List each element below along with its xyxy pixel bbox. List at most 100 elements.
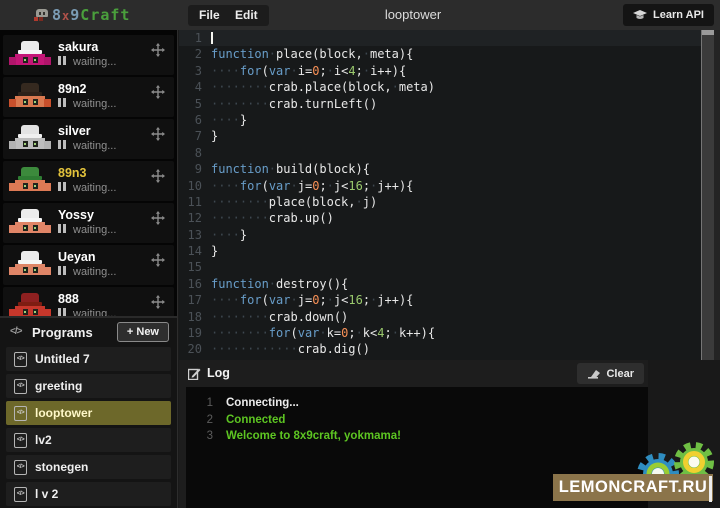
player-row[interactable]: 89n3 waiting...: [3, 161, 174, 201]
line-number: 4: [179, 79, 211, 95]
code-editor[interactable]: 12function·place(block,·meta){3····for(v…: [179, 30, 701, 360]
move-icon[interactable]: [151, 169, 165, 183]
log-message: Welcome to 8x9craft, yokmama!: [226, 428, 401, 445]
move-icon[interactable]: [151, 85, 165, 99]
line-number: 14: [179, 243, 211, 259]
player-row[interactable]: 89n2waiting...: [3, 77, 174, 117]
player-row[interactable]: Ueyanwaiting...: [3, 245, 174, 285]
log-entry: 2Connected: [186, 412, 648, 429]
line-number: 9: [179, 161, 211, 177]
player-status: waiting...: [58, 224, 116, 236]
learn-api-button[interactable]: Learn API: [623, 4, 714, 26]
editor-scrollbar[interactable]: [701, 30, 714, 360]
file-code-icon: [14, 460, 27, 475]
move-icon[interactable]: [151, 127, 165, 141]
scrollbar-thumb[interactable]: [702, 30, 714, 35]
program-item[interactable]: lv2: [6, 428, 171, 452]
line-number: 13: [179, 227, 211, 243]
file-code-icon: [14, 433, 27, 448]
player-status: waiting...: [58, 266, 116, 278]
line-number: 11: [179, 194, 211, 210]
player-name: 89n3: [58, 166, 87, 180]
line-number: 7: [179, 128, 211, 144]
pause-icon: [58, 224, 68, 236]
player-name: silver: [58, 124, 91, 138]
clear-log-button[interactable]: Clear: [577, 363, 644, 384]
sidebar: sakurawaiting...89n2waiting...silverwait…: [0, 30, 178, 508]
programs-panel: </> Programs + New Untitled 7greetingloo…: [0, 316, 177, 508]
code-line[interactable]: 10····for(var·j=0;·j<16;·j++){: [179, 178, 701, 194]
code-line[interactable]: 12········crab.up(): [179, 210, 701, 226]
line-number: 20: [179, 341, 211, 357]
player-name: 888: [58, 292, 79, 306]
code-text: [211, 145, 701, 161]
player-list: sakurawaiting...89n2waiting...silverwait…: [0, 30, 177, 316]
program-item[interactable]: Untitled 7: [6, 347, 171, 371]
robot-icon: [11, 83, 49, 112]
file-code-icon: [14, 352, 27, 367]
pause-icon: [58, 266, 68, 278]
code-text: function·build(block){: [211, 161, 701, 177]
code-line[interactable]: 20············crab.dig(): [179, 341, 701, 357]
app-logo: 8x9Craft: [34, 6, 130, 24]
player-row[interactable]: Yossywaiting...: [3, 203, 174, 243]
move-icon[interactable]: [151, 295, 165, 309]
watermark-banner: LEMONCRAFT.RU: [553, 474, 713, 501]
code-line[interactable]: 2function·place(block,·meta){: [179, 46, 701, 62]
code-text: function·place(block,·meta){: [211, 46, 701, 62]
line-number: 1: [179, 30, 211, 46]
new-program-button[interactable]: + New: [117, 322, 169, 342]
text-cursor: [211, 32, 213, 44]
code-line[interactable]: 9function·build(block){: [179, 161, 701, 177]
code-line[interactable]: 17····for(var·j=0;·j<16;·j++){: [179, 292, 701, 308]
line-number: 12: [179, 210, 211, 226]
code-line[interactable]: 16function·destroy(){: [179, 276, 701, 292]
code-text: ········place(block,·j): [211, 194, 701, 210]
log-title: Log: [188, 366, 230, 380]
watermark-cursor-bar: [709, 476, 712, 502]
code-line[interactable]: 13····}: [179, 227, 701, 243]
code-line[interactable]: 5········crab.turnLeft(): [179, 96, 701, 112]
code-text: ········crab.up(): [211, 210, 701, 226]
robot-icon: [11, 125, 49, 154]
move-icon[interactable]: [151, 211, 165, 225]
program-item[interactable]: l v 2: [6, 482, 171, 506]
8x9craft-app: 8x9Craft File Edit looptower Learn API s…: [0, 0, 720, 508]
code-line[interactable]: 3····for(var·i=0;·i<4;·i++){: [179, 63, 701, 79]
file-code-icon: [14, 379, 27, 394]
program-label: lv2: [35, 433, 52, 447]
code-line[interactable]: 19········for(var·k=0;·k<4;·k++){: [179, 325, 701, 341]
program-item-selected[interactable]: looptower: [6, 401, 171, 425]
code-line[interactable]: 18········crab.down(): [179, 309, 701, 325]
player-row[interactable]: sakurawaiting...: [3, 35, 174, 75]
file-code-icon: [14, 406, 27, 421]
line-number: 19: [179, 325, 211, 341]
program-list: Untitled 7 greeting looptower lv2 stonegen l …: [0, 347, 177, 506]
player-status: waiting...: [58, 182, 116, 194]
move-icon[interactable]: [151, 253, 165, 267]
code-text: ········crab.turnLeft(): [211, 96, 701, 112]
line-number: 17: [179, 292, 211, 308]
program-label: stonegen: [35, 460, 88, 474]
code-line[interactable]: 14}: [179, 243, 701, 259]
code-text: function·destroy(){: [211, 276, 701, 292]
player-status: waiting...: [58, 56, 116, 68]
code-text: ····}: [211, 112, 701, 128]
program-item[interactable]: stonegen: [6, 455, 171, 479]
program-item[interactable]: greeting: [6, 374, 171, 398]
move-icon[interactable]: [151, 43, 165, 57]
robot-icon: [11, 167, 49, 196]
code-line[interactable]: 6····}: [179, 112, 701, 128]
player-status: waiting...: [58, 308, 116, 316]
code-line[interactable]: 8: [179, 145, 701, 161]
code-text: ········crab.down(): [211, 309, 701, 325]
player-status: waiting...: [58, 98, 116, 110]
code-line[interactable]: 11········place(block,·j): [179, 194, 701, 210]
code-line[interactable]: 15: [179, 259, 701, 275]
code-text: }: [211, 243, 701, 259]
code-line[interactable]: 7}: [179, 128, 701, 144]
code-line[interactable]: 1: [179, 30, 701, 46]
player-row[interactable]: 888 waiting...: [3, 287, 174, 316]
code-line[interactable]: 4········crab.place(block,·meta): [179, 79, 701, 95]
player-row[interactable]: silverwaiting...: [3, 119, 174, 159]
